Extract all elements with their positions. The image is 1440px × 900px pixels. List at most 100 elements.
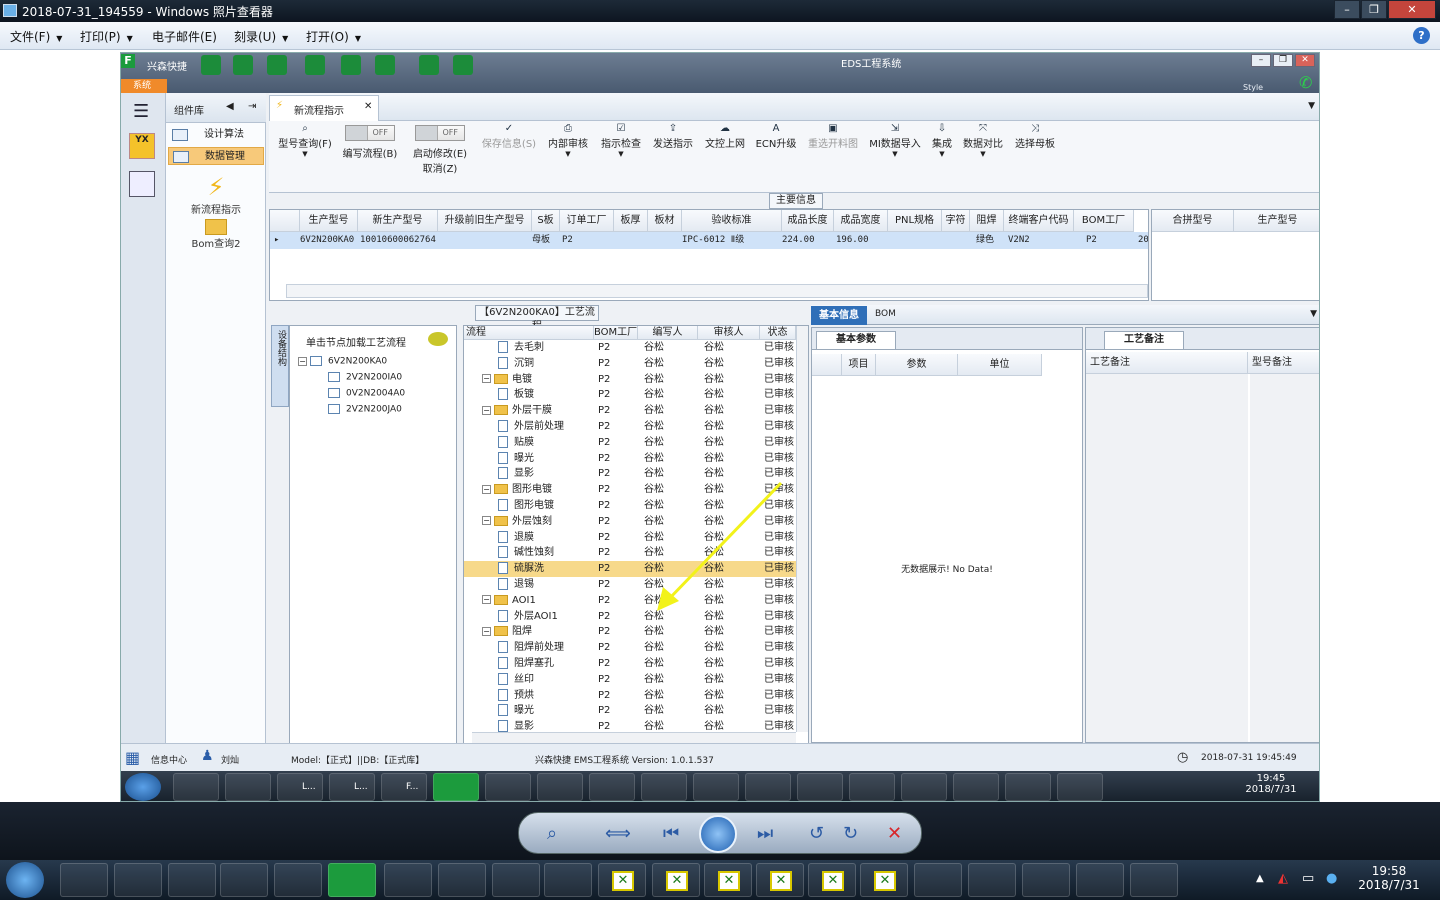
x-window-icon[interactable] bbox=[953, 773, 999, 801]
fit-window-icon[interactable]: ⟺ bbox=[605, 823, 631, 844]
column-header[interactable]: 字符 bbox=[942, 210, 970, 232]
sidebar-item-design-algorithm[interactable]: 设计算法 bbox=[168, 126, 264, 144]
column-header[interactable]: PNL规格 bbox=[888, 210, 942, 232]
x-window-icon[interactable] bbox=[693, 773, 739, 801]
start-button[interactable] bbox=[125, 773, 161, 801]
data-compare-button[interactable]: ⤧ 数据对比 ▼ bbox=[961, 123, 1005, 158]
messenger-icon[interactable] bbox=[1130, 863, 1178, 897]
tree-node[interactable]: 2V2N200JA0 bbox=[328, 404, 402, 415]
search-tool-icon[interactable] bbox=[201, 55, 221, 75]
new-flow-tool[interactable]: ⚡ 新流程指示 bbox=[186, 173, 246, 216]
excel-icon[interactable] bbox=[438, 863, 486, 897]
column-header[interactable]: BOM工厂 bbox=[594, 326, 638, 340]
column-header[interactable]: 合拼型号 bbox=[1152, 210, 1234, 232]
tab-basic-info[interactable]: 基本信息 bbox=[811, 306, 867, 325]
delete-icon[interactable]: ✕ bbox=[887, 823, 902, 844]
column-header[interactable]: 升级前旧生产型号 bbox=[438, 210, 532, 232]
eye-icon[interactable] bbox=[641, 773, 687, 801]
taskbar-app-button[interactable] bbox=[168, 863, 216, 897]
flow-row[interactable]: 预烘 P2 谷松 谷松 已审核 bbox=[464, 688, 796, 704]
flow-row[interactable]: 丝印 P2 谷松 谷松 已审核 bbox=[464, 672, 796, 688]
x-window-icon[interactable] bbox=[797, 773, 843, 801]
eds-taskbar-icon[interactable] bbox=[433, 773, 479, 801]
tab-basic-params[interactable]: 基本参数 bbox=[816, 331, 896, 349]
help-icon[interactable]: ? bbox=[1413, 27, 1430, 44]
column-header[interactable]: 参数 bbox=[876, 354, 958, 376]
word-icon[interactable] bbox=[1057, 773, 1103, 801]
column-header[interactable]: 编写人 bbox=[638, 326, 698, 340]
pin-icon[interactable]: ⇥ bbox=[248, 101, 256, 112]
flow-row[interactable]: 外层前处理 P2 谷松 谷松 已审核 bbox=[464, 419, 796, 435]
app-restore-button[interactable]: ❐ bbox=[1273, 54, 1293, 67]
close-tab-icon[interactable]: ✕ bbox=[364, 101, 372, 112]
send-instruction-button[interactable]: ⇪ 发送指示 bbox=[649, 123, 697, 150]
flow-row[interactable]: 阻焊前处理 P2 谷松 谷松 已审核 bbox=[464, 640, 796, 656]
zoom-icon[interactable]: ⌕ bbox=[547, 823, 557, 844]
style-label[interactable]: Style bbox=[1243, 83, 1263, 92]
column-header[interactable]: 生产型号 bbox=[1234, 210, 1319, 232]
select-mother-board-button[interactable]: ⤨ 选择母板 bbox=[1011, 123, 1059, 150]
scissors-tool-icon[interactable] bbox=[267, 55, 287, 75]
tree-node[interactable]: 2V2N200IA0 bbox=[328, 372, 402, 383]
splitter[interactable] bbox=[289, 389, 291, 689]
menu-email[interactable]: 电子邮件(E) bbox=[152, 28, 217, 45]
flow-row[interactable]: 曝光 P2 谷松 谷松 已审核 bbox=[464, 451, 796, 467]
copy-tool-icon[interactable] bbox=[341, 55, 361, 75]
ie-icon[interactable] bbox=[173, 773, 219, 801]
tree-node-root[interactable]: − 6V2N200KA0 bbox=[298, 356, 387, 367]
column-header[interactable]: S板 bbox=[532, 210, 560, 232]
flow-row[interactable]: − 阻焊 P2 谷松 谷松 已审核 bbox=[464, 624, 796, 640]
calc-icon[interactable] bbox=[129, 171, 155, 197]
user-tool-icon[interactable] bbox=[419, 55, 439, 75]
flow-row[interactable]: 贴膜 P2 谷松 谷松 已审核 bbox=[464, 435, 796, 451]
ecn-upgrade-button[interactable]: A ECN升级 bbox=[753, 123, 799, 150]
tab-process-notes[interactable]: 工艺备注 bbox=[1104, 331, 1184, 349]
photo-viewer-icon[interactable] bbox=[1022, 863, 1070, 897]
bom-query-tool[interactable]: Bom查询2 bbox=[186, 219, 246, 250]
slideshow-button[interactable] bbox=[699, 815, 737, 853]
tray-bird-icon[interactable]: ● bbox=[1326, 871, 1337, 886]
flow-row[interactable]: 去毛刺 P2 谷松 谷松 已审核 bbox=[464, 340, 796, 356]
x-window-icon[interactable]: ✕ bbox=[860, 863, 908, 897]
doc-control-online-button[interactable]: ☁ 文控上网 bbox=[701, 123, 749, 150]
x-window-icon[interactable]: ✕ bbox=[598, 863, 646, 897]
column-header[interactable]: 成品宽度 bbox=[834, 210, 888, 232]
menu-open[interactable]: 打开(O) ▼ bbox=[306, 28, 361, 45]
rotate-left-icon[interactable]: ↺ bbox=[809, 823, 824, 844]
flow-row[interactable]: 阻焊塞孔 P2 谷松 谷松 已审核 bbox=[464, 656, 796, 672]
collapse-icon[interactable]: − bbox=[298, 356, 307, 366]
taskbar-app-button[interactable] bbox=[274, 863, 322, 897]
x-window-icon[interactable] bbox=[849, 773, 895, 801]
eye-icon[interactable] bbox=[914, 863, 962, 897]
vertical-scrollbar[interactable] bbox=[796, 326, 808, 732]
floppy-icon[interactable] bbox=[225, 773, 271, 801]
inner-clock[interactable]: 19:45 2018/7/31 bbox=[1241, 773, 1301, 795]
sidebar-item-data-management[interactable]: 数据管理 bbox=[168, 147, 264, 165]
mi-data-import-button[interactable]: ⇲ MI数据导入 ▼ bbox=[867, 123, 923, 158]
column-header[interactable]: 流程 bbox=[464, 326, 594, 340]
column-header[interactable]: 单位 bbox=[958, 354, 1042, 376]
collapse-left-icon[interactable]: ◀ bbox=[226, 101, 234, 112]
list-tool-icon[interactable] bbox=[375, 55, 395, 75]
taskbar-app-button[interactable]: L... bbox=[329, 773, 375, 801]
flow-row[interactable]: − 电镀 P2 谷松 谷松 已审核 bbox=[464, 372, 796, 388]
collapse-icon[interactable]: − bbox=[482, 626, 491, 636]
ie-icon[interactable] bbox=[60, 863, 108, 897]
taskbar-app-button[interactable]: F... bbox=[381, 773, 427, 801]
collapse-icon[interactable]: − bbox=[482, 374, 491, 384]
shell-icon[interactable] bbox=[485, 773, 531, 801]
tab-menu-icon[interactable]: ▼ bbox=[1308, 101, 1315, 111]
horizontal-scrollbar[interactable] bbox=[286, 284, 1148, 298]
start-modify-toggle[interactable]: OFF 启动修改(E) 取消(Z) bbox=[409, 123, 471, 175]
network-icon[interactable]: ▭ bbox=[1302, 871, 1314, 886]
word-icon[interactable] bbox=[968, 863, 1016, 897]
next-icon[interactable]: ⏭ bbox=[757, 823, 773, 844]
close-button[interactable]: ✕ bbox=[1388, 0, 1436, 19]
x-window-icon[interactable]: ✕ bbox=[652, 863, 700, 897]
column-header[interactable]: 终端客户代码 bbox=[1004, 210, 1074, 232]
column-header[interactable]: 审核人 bbox=[698, 326, 760, 340]
excel-icon[interactable] bbox=[589, 773, 635, 801]
eds-taskbar-icon[interactable] bbox=[328, 863, 376, 897]
grid-icon[interactable]: ▦ bbox=[125, 748, 140, 767]
save-info-button[interactable]: ✓ 保存信息(S) bbox=[479, 123, 539, 150]
